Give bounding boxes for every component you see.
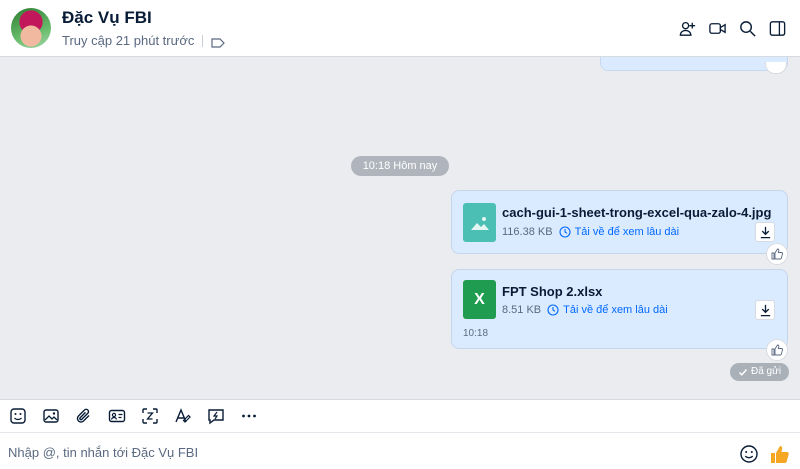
file-message[interactable]: cach-gui-1-sheet-trong-excel-qua-zalo-4.… [451,190,788,265]
image-file-icon [463,203,496,242]
file-meta: 116.38 KB Tải về để xem lâu dài [502,226,679,238]
previous-reaction-tab[interactable] [765,62,787,74]
contact-name[interactable]: Đặc Vụ FBI [62,8,152,28]
thumbs-up-icon [771,344,783,356]
clock-icon [547,304,559,316]
download-button[interactable] [755,222,775,242]
header-actions [676,17,788,39]
sticker-icon[interactable] [8,406,28,426]
date-divider: 10:18 Hôm nay [351,156,449,176]
reaction-button[interactable] [766,339,788,361]
contact-status: Truy cập 21 phút trước [62,33,226,48]
last-seen-text: Truy cập 21 phút trước [62,33,195,48]
screenshot-icon[interactable] [140,406,160,426]
quick-message-icon[interactable] [206,406,226,426]
contact-card-icon[interactable] [107,406,127,426]
status-divider [202,34,204,47]
download-icon [760,304,770,316]
contact-avatar[interactable] [11,8,51,48]
previous-message-bubble[interactable] [600,57,788,71]
file-size: 8.51 KB [502,304,542,316]
thumbs-up-icon [771,248,783,260]
file-name[interactable]: FPT Shop 2.xlsx [502,284,602,299]
text-format-icon[interactable] [173,406,193,426]
add-to-group-icon[interactable] [676,17,698,39]
message-input[interactable] [8,442,708,462]
search-icon[interactable] [736,17,758,39]
excel-file-icon: X [463,280,496,319]
quick-like-icon[interactable] [769,443,791,465]
file-name[interactable]: cach-gui-1-sheet-trong-excel-qua-zalo-4.… [502,205,771,220]
reaction-button[interactable] [766,243,788,265]
message-time: 10:18 [463,328,489,339]
sent-status-text: Đã gửi [751,366,782,377]
clock-icon [559,226,571,238]
emoji-icon[interactable] [739,444,759,464]
file-message[interactable]: X FPT Shop 2.xlsx 8.51 KB Tải về để xem … [451,269,788,361]
storage-note-link[interactable]: Tải về để xem lâu dài [575,226,680,238]
video-call-icon[interactable] [706,17,728,39]
message-composer [0,433,800,469]
message-list[interactable]: 10:18 Hôm nay cach-gui-1-sheet-trong-exc… [0,57,800,399]
toggle-panel-icon[interactable] [766,17,788,39]
sent-status-badge: Đã gửi [730,363,790,381]
storage-note-link[interactable]: Tải về để xem lâu dài [563,304,668,316]
composer-toolbar [0,399,800,433]
image-icon[interactable] [41,406,61,426]
chat-header: Đặc Vụ FBI Truy cập 21 phút trước [0,0,800,57]
download-icon [760,226,770,238]
file-size: 116.38 KB [502,226,553,238]
tag-icon[interactable] [211,36,226,48]
file-meta: 8.51 KB Tải về để xem lâu dài [502,304,668,316]
attach-icon[interactable] [74,406,94,426]
download-button[interactable] [755,300,775,320]
more-icon[interactable] [239,406,259,426]
check-icon [739,369,748,376]
